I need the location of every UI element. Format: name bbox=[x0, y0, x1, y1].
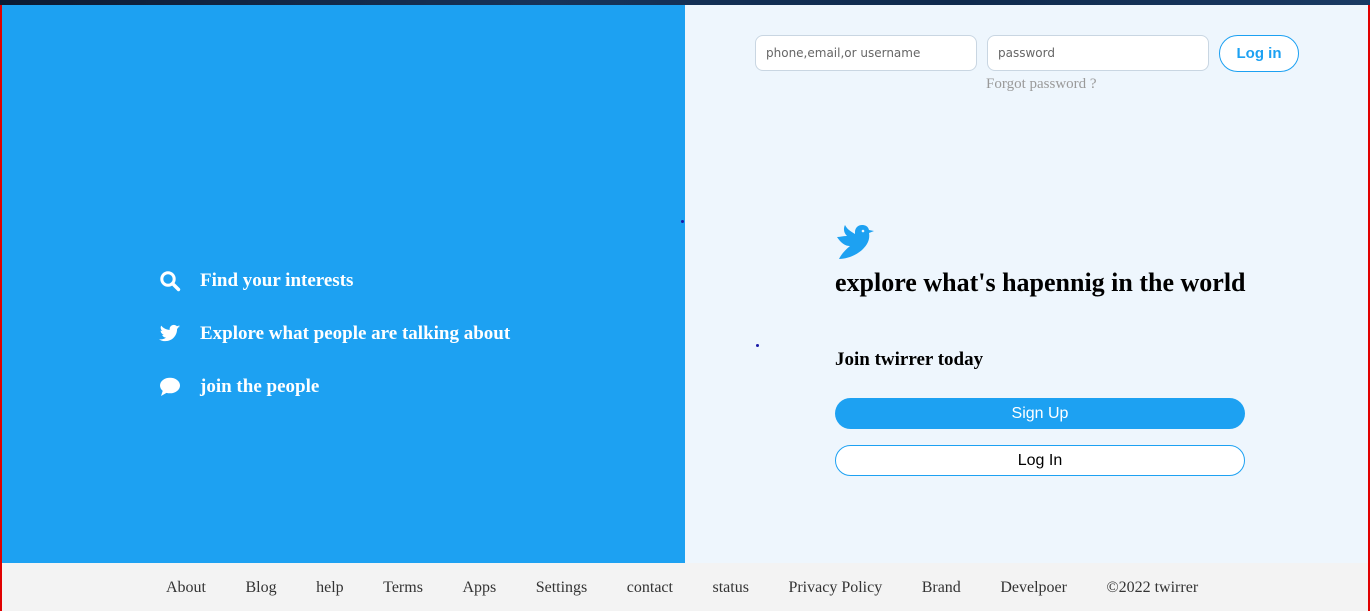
footer-link-contact[interactable]: contact bbox=[627, 579, 673, 597]
login-button[interactable]: Log in bbox=[1219, 35, 1299, 72]
forgot-password-link[interactable]: Forgot password ? bbox=[986, 76, 1097, 93]
footer: About Blog help Terms Apps Settings cont… bbox=[2, 563, 1368, 611]
artifact-dot bbox=[681, 220, 684, 223]
footer-link-help[interactable]: help bbox=[316, 579, 344, 597]
artifact-dot bbox=[756, 344, 759, 347]
footer-links: About Blog help Terms Apps Settings cont… bbox=[166, 579, 1198, 597]
feature-label: join the people bbox=[200, 376, 320, 397]
password-input[interactable] bbox=[987, 35, 1209, 71]
login-secondary-button[interactable]: Log In bbox=[835, 445, 1245, 476]
footer-link-status[interactable]: status bbox=[712, 579, 748, 597]
feature-label: Explore what people are talking about bbox=[200, 323, 511, 344]
username-input[interactable] bbox=[755, 35, 977, 71]
join-heading: Join twirrer today bbox=[835, 349, 984, 370]
footer-link-apps[interactable]: Apps bbox=[462, 579, 496, 597]
footer-link-about[interactable]: About bbox=[166, 579, 206, 597]
bird-logo-icon bbox=[835, 221, 875, 261]
search-icon bbox=[158, 269, 182, 293]
footer-link-terms[interactable]: Terms bbox=[383, 579, 423, 597]
footer-link-blog[interactable]: Blog bbox=[246, 579, 277, 597]
footer-link-privacy-policy[interactable]: Privacy Policy bbox=[788, 579, 882, 597]
signup-button[interactable]: Sign Up bbox=[835, 398, 1245, 429]
feature-find-interests: Find your interests bbox=[158, 269, 353, 293]
footer-copyright: ©2022 twirrer bbox=[1106, 579, 1199, 596]
headline: explore what's hapennig in the world bbox=[835, 268, 1246, 297]
footer-link-brand[interactable]: Brand bbox=[922, 579, 961, 597]
feature-explore: Explore what people are talking about bbox=[158, 322, 510, 346]
footer-link-settings[interactable]: Settings bbox=[536, 579, 588, 597]
feature-label: Find your interests bbox=[200, 270, 354, 291]
chat-bubble-icon bbox=[158, 375, 182, 399]
footer-link-developer[interactable]: Develpoer bbox=[1000, 579, 1067, 597]
feature-join-people: join the people bbox=[158, 375, 319, 399]
bird-icon bbox=[158, 322, 182, 346]
